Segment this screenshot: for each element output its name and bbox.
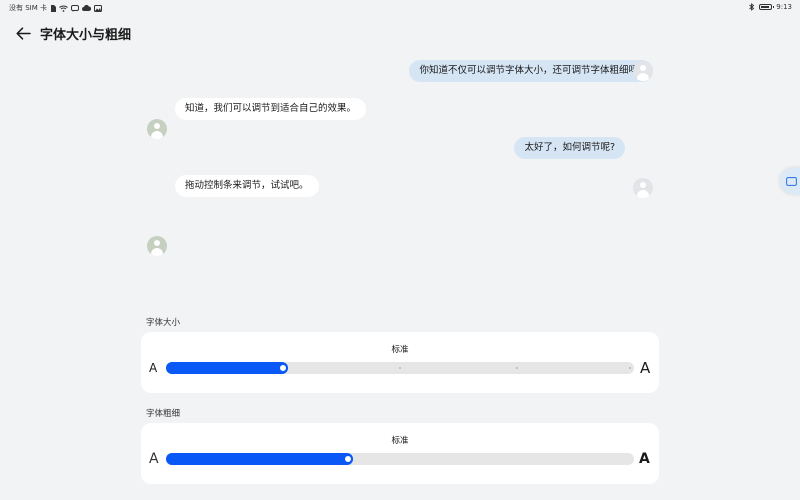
status-right: 9:13 (749, 3, 792, 11)
battery-fill (761, 6, 770, 8)
arrow-left-icon (15, 26, 31, 40)
assistant-bubble: 知道，我们可以调节到适合自己的效果。 (175, 98, 367, 120)
assistant-bubble: 拖动控制条来调节，试试吧。 (175, 175, 319, 197)
sim-card-icon (51, 4, 56, 12)
font-size-slider-fill (166, 362, 288, 374)
clock-time: 9:13 (776, 3, 792, 11)
user-avatar (633, 178, 653, 198)
font-size-max-glyph: A (640, 359, 651, 377)
chat-message-assistant-2: 拖动控制条来调节，试试吧。 (175, 175, 319, 197)
app-header: 字体大小与粗细 (0, 18, 800, 48)
user-bubble: 你知道不仅可以调节字体大小，还可调节字体粗细吗? (409, 60, 653, 82)
status-bar: 没有 SIM 卡 9:13 (0, 0, 800, 14)
font-size-card: 标准 A A (141, 332, 659, 393)
gallery-icon (94, 4, 102, 12)
battery-icon (759, 4, 775, 10)
floating-window-tab[interactable] (780, 168, 800, 194)
chat-message-user-2: 太好了，如何调节呢? (514, 137, 625, 159)
carrier-text: 没有 SIM 卡 (9, 4, 47, 12)
font-size-label: 字体大小 (146, 318, 181, 328)
chat-message-assistant-1: 知道，我们可以调节到适合自己的效果。 (175, 98, 367, 120)
font-weight-slider[interactable] (166, 453, 634, 465)
user-bubble: 太好了，如何调节呢? (514, 137, 625, 159)
font-weight-value: 标准 (391, 436, 409, 446)
slider-tick-mark (399, 367, 401, 369)
message-icon (71, 4, 79, 12)
user-avatar (633, 61, 653, 81)
font-size-min-glyph: A (149, 361, 158, 375)
cloud-icon (82, 5, 91, 11)
font-size-value: 标准 (391, 345, 409, 355)
wifi-icon (59, 5, 68, 12)
bluetooth-icon (749, 3, 755, 11)
chat-message-user-1: 你知道不仅可以调节字体大小，还可调节字体粗细吗? (409, 60, 653, 82)
font-weight-max-glyph: A (639, 451, 650, 467)
font-size-slider[interactable] (166, 362, 634, 374)
font-size-slider-thumb[interactable] (277, 363, 288, 373)
font-weight-slider-fill (166, 453, 354, 465)
back-button[interactable] (10, 20, 36, 46)
assistant-avatar (147, 119, 167, 139)
font-weight-min-glyph: A (149, 451, 159, 467)
status-left: 没有 SIM 卡 (9, 3, 102, 13)
window-icon (786, 176, 797, 186)
font-weight-label: 字体粗细 (146, 409, 181, 419)
page-title: 字体大小与粗细 (40, 28, 132, 43)
assistant-avatar (147, 236, 167, 256)
slider-tick-mark (516, 367, 518, 369)
slider-tick-mark (629, 367, 632, 369)
font-weight-card: 标准 A A (141, 423, 659, 484)
